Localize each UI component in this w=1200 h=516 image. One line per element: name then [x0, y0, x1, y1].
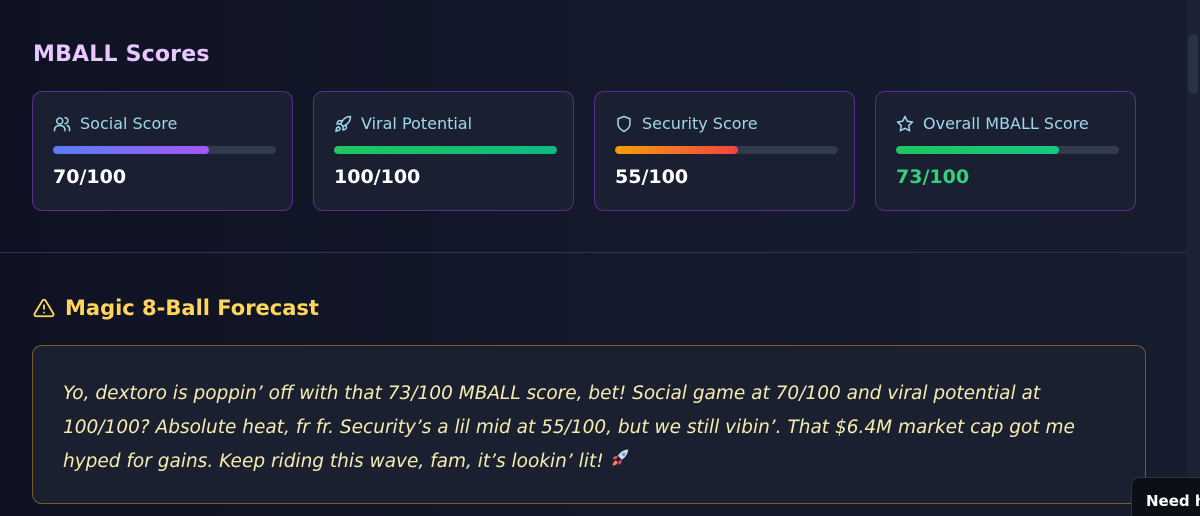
card-header: Viral Potential [334, 114, 472, 133]
scores-title: MBALL Scores [33, 42, 210, 67]
help-tab[interactable]: Need h [1131, 477, 1200, 516]
card-label: Viral Potential [361, 114, 473, 133]
card-label: Social Score [80, 114, 178, 133]
overall-score-value: 73/100 [896, 166, 970, 188]
security-score-card: Security Score 55/100 [594, 91, 855, 211]
users-icon [53, 115, 71, 133]
forecast-box: Yo, dextoro is poppin’ off with that 73/… [32, 345, 1146, 504]
score-bar-fill [615, 146, 738, 154]
card-header: Security Score [615, 114, 758, 133]
score-value: 70/100 [53, 166, 127, 188]
score-cards: Social Score 70/100 Viral Potential 100/… [32, 91, 1136, 211]
scrollbar-thumb[interactable] [1188, 34, 1198, 94]
warning-triangle-icon [33, 297, 55, 319]
social-score-card: Social Score 70/100 [32, 91, 293, 211]
score-value: 100/100 [334, 166, 421, 188]
page-scrollbar[interactable] [1186, 0, 1200, 516]
score-bar-fill [334, 146, 557, 154]
mball-scores-section: MBALL Scores Social Score 70/100 Viral P… [0, 0, 1186, 253]
score-bar-fill [896, 146, 1059, 154]
shield-icon [615, 115, 633, 133]
viral-potential-card: Viral Potential 100/100 [313, 91, 574, 211]
score-bar [334, 146, 557, 154]
score-bar [53, 146, 276, 154]
forecast-header: Magic 8-Ball Forecast [33, 296, 319, 320]
score-value: 55/100 [615, 166, 689, 188]
card-label: Overall MBALL Score [923, 114, 1089, 133]
forecast-text: Yo, dextoro is poppin’ off with that 73/… [63, 383, 1075, 472]
score-bar [896, 146, 1119, 154]
page: MBALL Scores Social Score 70/100 Viral P… [0, 0, 1200, 516]
score-bar-fill [53, 146, 210, 154]
forecast-paragraph: Yo, dextoro is poppin’ off with that 73/… [63, 377, 1115, 482]
forecast-title: Magic 8-Ball Forecast [65, 296, 319, 320]
rocket-icon [334, 115, 352, 133]
score-bar [615, 146, 838, 154]
card-header: Overall MBALL Score [896, 114, 1089, 133]
rocket-emoji-icon [608, 446, 632, 482]
card-header: Social Score [53, 114, 177, 133]
star-icon [896, 115, 914, 133]
overall-score-card: Overall MBALL Score 73/100 [875, 91, 1136, 211]
card-label: Security Score [642, 114, 758, 133]
